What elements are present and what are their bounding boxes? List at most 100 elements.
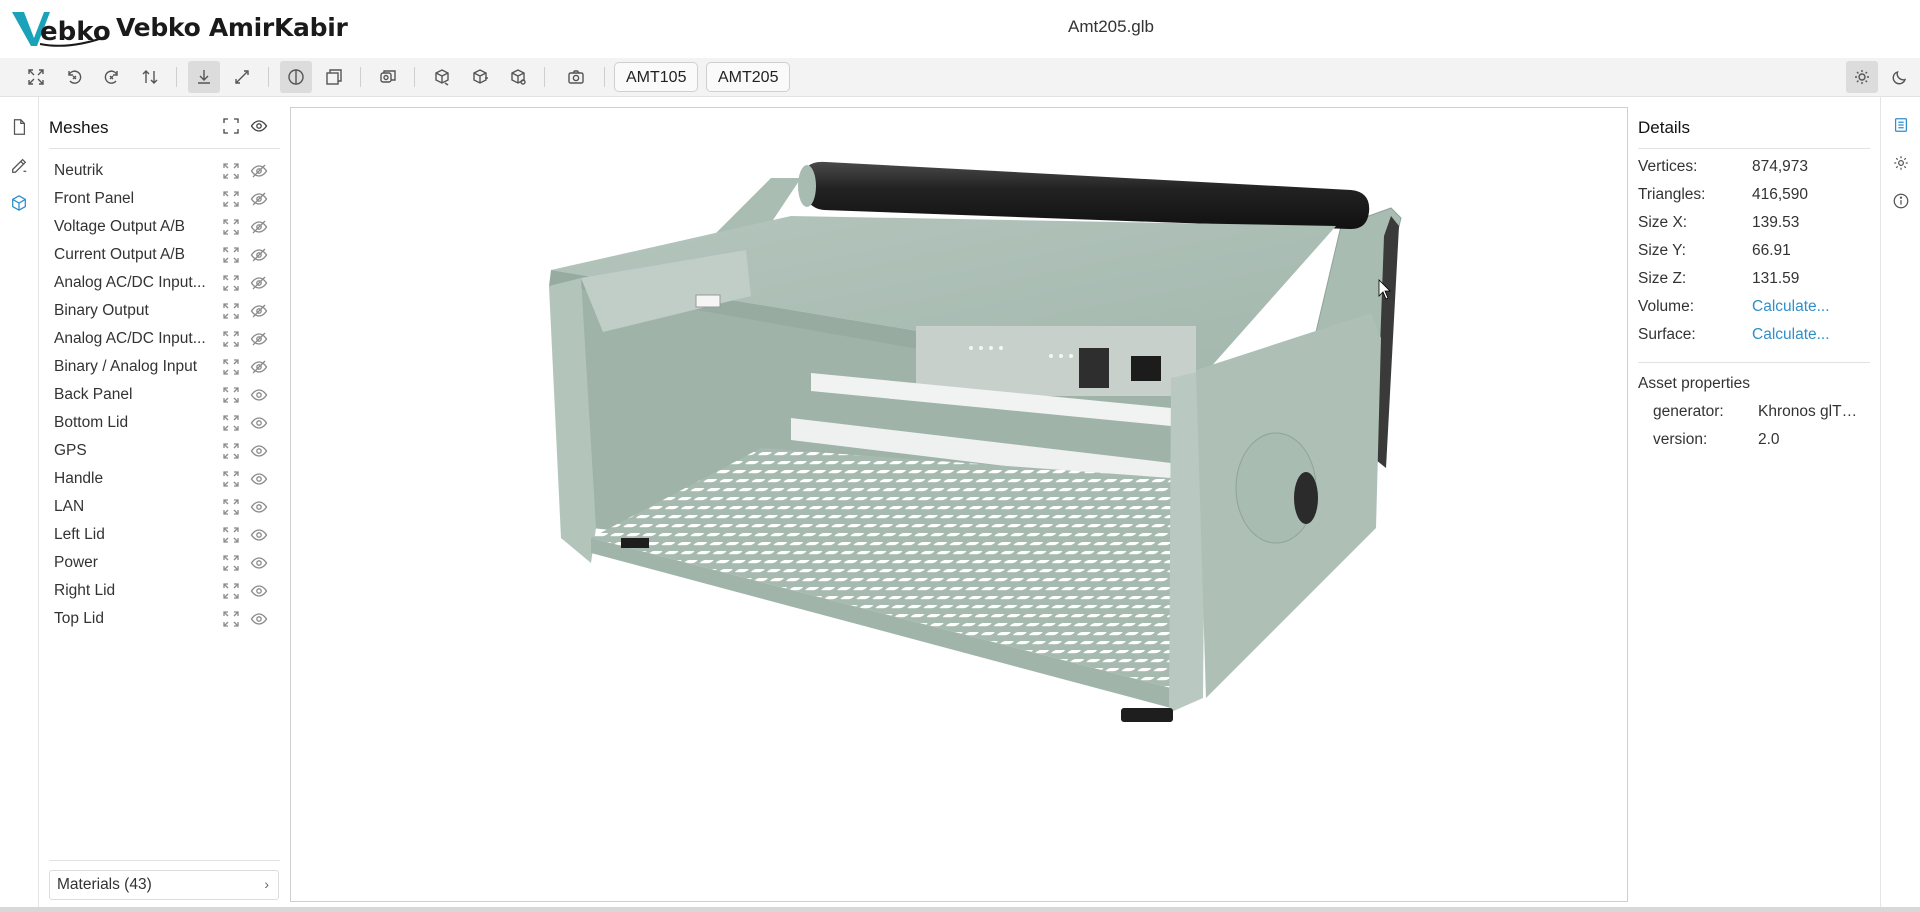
- eye-off-icon[interactable]: [250, 246, 268, 264]
- fit-all-icon[interactable]: [20, 61, 52, 93]
- fit-mesh-icon[interactable]: [222, 190, 240, 208]
- fit-mesh-icon[interactable]: [222, 582, 240, 600]
- view-side-icon[interactable]: [502, 61, 534, 93]
- calculate-link[interactable]: Calculate...: [1752, 326, 1830, 344]
- fit-mesh-icon[interactable]: [222, 526, 240, 544]
- fit-mesh-icon[interactable]: [222, 386, 240, 404]
- details-key: Volume:: [1638, 298, 1695, 315]
- materials-label: Materials (43): [57, 876, 152, 893]
- fit-mesh-icon[interactable]: [222, 246, 240, 264]
- fit-mesh-icon[interactable]: [222, 358, 240, 376]
- shading-icon[interactable]: [280, 61, 312, 93]
- eye-off-icon[interactable]: [250, 274, 268, 292]
- eye-icon[interactable]: [250, 526, 268, 544]
- asset-property-row: generator: Khronos glTF Blender I/O: [1653, 403, 1870, 427]
- rotate-right-icon[interactable]: [96, 61, 128, 93]
- fit-mesh-icon[interactable]: [222, 554, 240, 572]
- mesh-row[interactable]: GPS: [40, 437, 280, 465]
- file-icon[interactable]: [7, 115, 31, 139]
- light-mode-icon[interactable]: [1846, 61, 1878, 93]
- model-button-amt205[interactable]: AMT205: [706, 62, 791, 92]
- eye-off-icon[interactable]: [250, 190, 268, 208]
- fit-mesh-icon[interactable]: [222, 162, 240, 180]
- mesh-row[interactable]: Top Lid: [40, 605, 280, 633]
- eye-off-icon[interactable]: [250, 218, 268, 236]
- mesh-row[interactable]: Left Lid: [40, 521, 280, 549]
- eye-off-icon[interactable]: [250, 330, 268, 348]
- 3d-model-render: [549, 161, 1402, 722]
- left-rail: [0, 97, 39, 907]
- view-front-icon[interactable]: [426, 61, 458, 93]
- mesh-label: Neutrik: [54, 162, 104, 179]
- eye-icon[interactable]: [250, 610, 268, 628]
- mesh-row[interactable]: Power: [40, 549, 280, 577]
- details-row: Size Y: 66.91: [1638, 242, 1870, 266]
- materials-section[interactable]: Materials (43) ›: [49, 870, 279, 900]
- edges-icon[interactable]: [318, 61, 350, 93]
- fit-mesh-icon[interactable]: [222, 274, 240, 292]
- rotate-left-icon[interactable]: [58, 61, 90, 93]
- details-key: Surface:: [1638, 326, 1696, 343]
- eye-icon[interactable]: [250, 470, 268, 488]
- fit-mesh-icon[interactable]: [222, 498, 240, 516]
- chevron-right-icon: ›: [264, 876, 269, 892]
- mesh-row[interactable]: Bottom Lid: [40, 409, 280, 437]
- flip-up-icon[interactable]: [134, 61, 166, 93]
- mesh-row[interactable]: Back Panel: [40, 381, 280, 409]
- mesh-label: Power: [54, 554, 98, 571]
- fit-all-meshes-icon[interactable]: [222, 117, 240, 135]
- mesh-row[interactable]: Current Output A/B: [40, 241, 280, 269]
- eye-off-icon[interactable]: [250, 358, 268, 376]
- app-header: ebko Vebko AmirKabir Amt205.glb: [0, 0, 1920, 58]
- mesh-row[interactable]: Binary / Analog Input: [40, 353, 280, 381]
- mesh-row[interactable]: Front Panel: [40, 185, 280, 213]
- fit-mesh-icon[interactable]: [222, 610, 240, 628]
- fit-mesh-icon[interactable]: [222, 470, 240, 488]
- view-top-icon[interactable]: [464, 61, 496, 93]
- asset-property-key: version:: [1653, 431, 1708, 448]
- fly-navigation-icon[interactable]: [188, 61, 220, 93]
- calculate-link[interactable]: Calculate...: [1752, 298, 1830, 316]
- toolbar: AMT105 AMT205: [0, 58, 1920, 97]
- mesh-label: Bottom Lid: [54, 414, 129, 431]
- details-key: Triangles:: [1638, 186, 1706, 203]
- mesh-row[interactable]: Analog AC/DC Input...: [40, 269, 280, 297]
- eye-icon[interactable]: [250, 442, 268, 460]
- right-rail: [1880, 97, 1920, 907]
- materials-brush-icon[interactable]: [7, 153, 31, 177]
- fit-mesh-icon[interactable]: [222, 330, 240, 348]
- eye-icon[interactable]: [250, 386, 268, 404]
- 3d-viewport[interactable]: [290, 107, 1628, 902]
- fit-mesh-icon[interactable]: [222, 414, 240, 432]
- mesh-row[interactable]: Voltage Output A/B: [40, 213, 280, 241]
- details-row: Surface: Calculate...: [1638, 326, 1870, 350]
- mesh-row[interactable]: Right Lid: [40, 577, 280, 605]
- mesh-row[interactable]: Binary Output: [40, 297, 280, 325]
- fit-mesh-icon[interactable]: [222, 442, 240, 460]
- mesh-row[interactable]: Analog AC/DC Input...: [40, 325, 280, 353]
- model-button-amt105[interactable]: AMT105: [614, 62, 699, 92]
- mesh-row[interactable]: Handle: [40, 465, 280, 493]
- settings-gear-icon[interactable]: [1890, 152, 1912, 174]
- mesh-row[interactable]: LAN: [40, 493, 280, 521]
- details-key: Size X:: [1638, 214, 1688, 231]
- fit-mesh-icon[interactable]: [222, 302, 240, 320]
- meshes-cube-icon[interactable]: [7, 191, 31, 215]
- projection-icon[interactable]: [372, 61, 404, 93]
- fit-mesh-icon[interactable]: [222, 218, 240, 236]
- show-all-eye-icon[interactable]: [250, 117, 268, 135]
- eye-icon[interactable]: [250, 554, 268, 572]
- eye-icon[interactable]: [250, 498, 268, 516]
- eye-off-icon[interactable]: [250, 302, 268, 320]
- orbit-navigation-icon[interactable]: [226, 61, 258, 93]
- eye-icon[interactable]: [250, 582, 268, 600]
- dark-mode-icon[interactable]: [1884, 61, 1916, 93]
- mesh-row[interactable]: Neutrik: [40, 157, 280, 185]
- info-icon[interactable]: [1890, 190, 1912, 212]
- eye-icon[interactable]: [250, 414, 268, 432]
- snapshot-icon[interactable]: [560, 61, 592, 93]
- eye-off-icon[interactable]: [250, 162, 268, 180]
- details-list-icon[interactable]: [1890, 114, 1912, 136]
- mesh-label: Left Lid: [54, 526, 105, 543]
- app-logo: ebko: [10, 6, 110, 50]
